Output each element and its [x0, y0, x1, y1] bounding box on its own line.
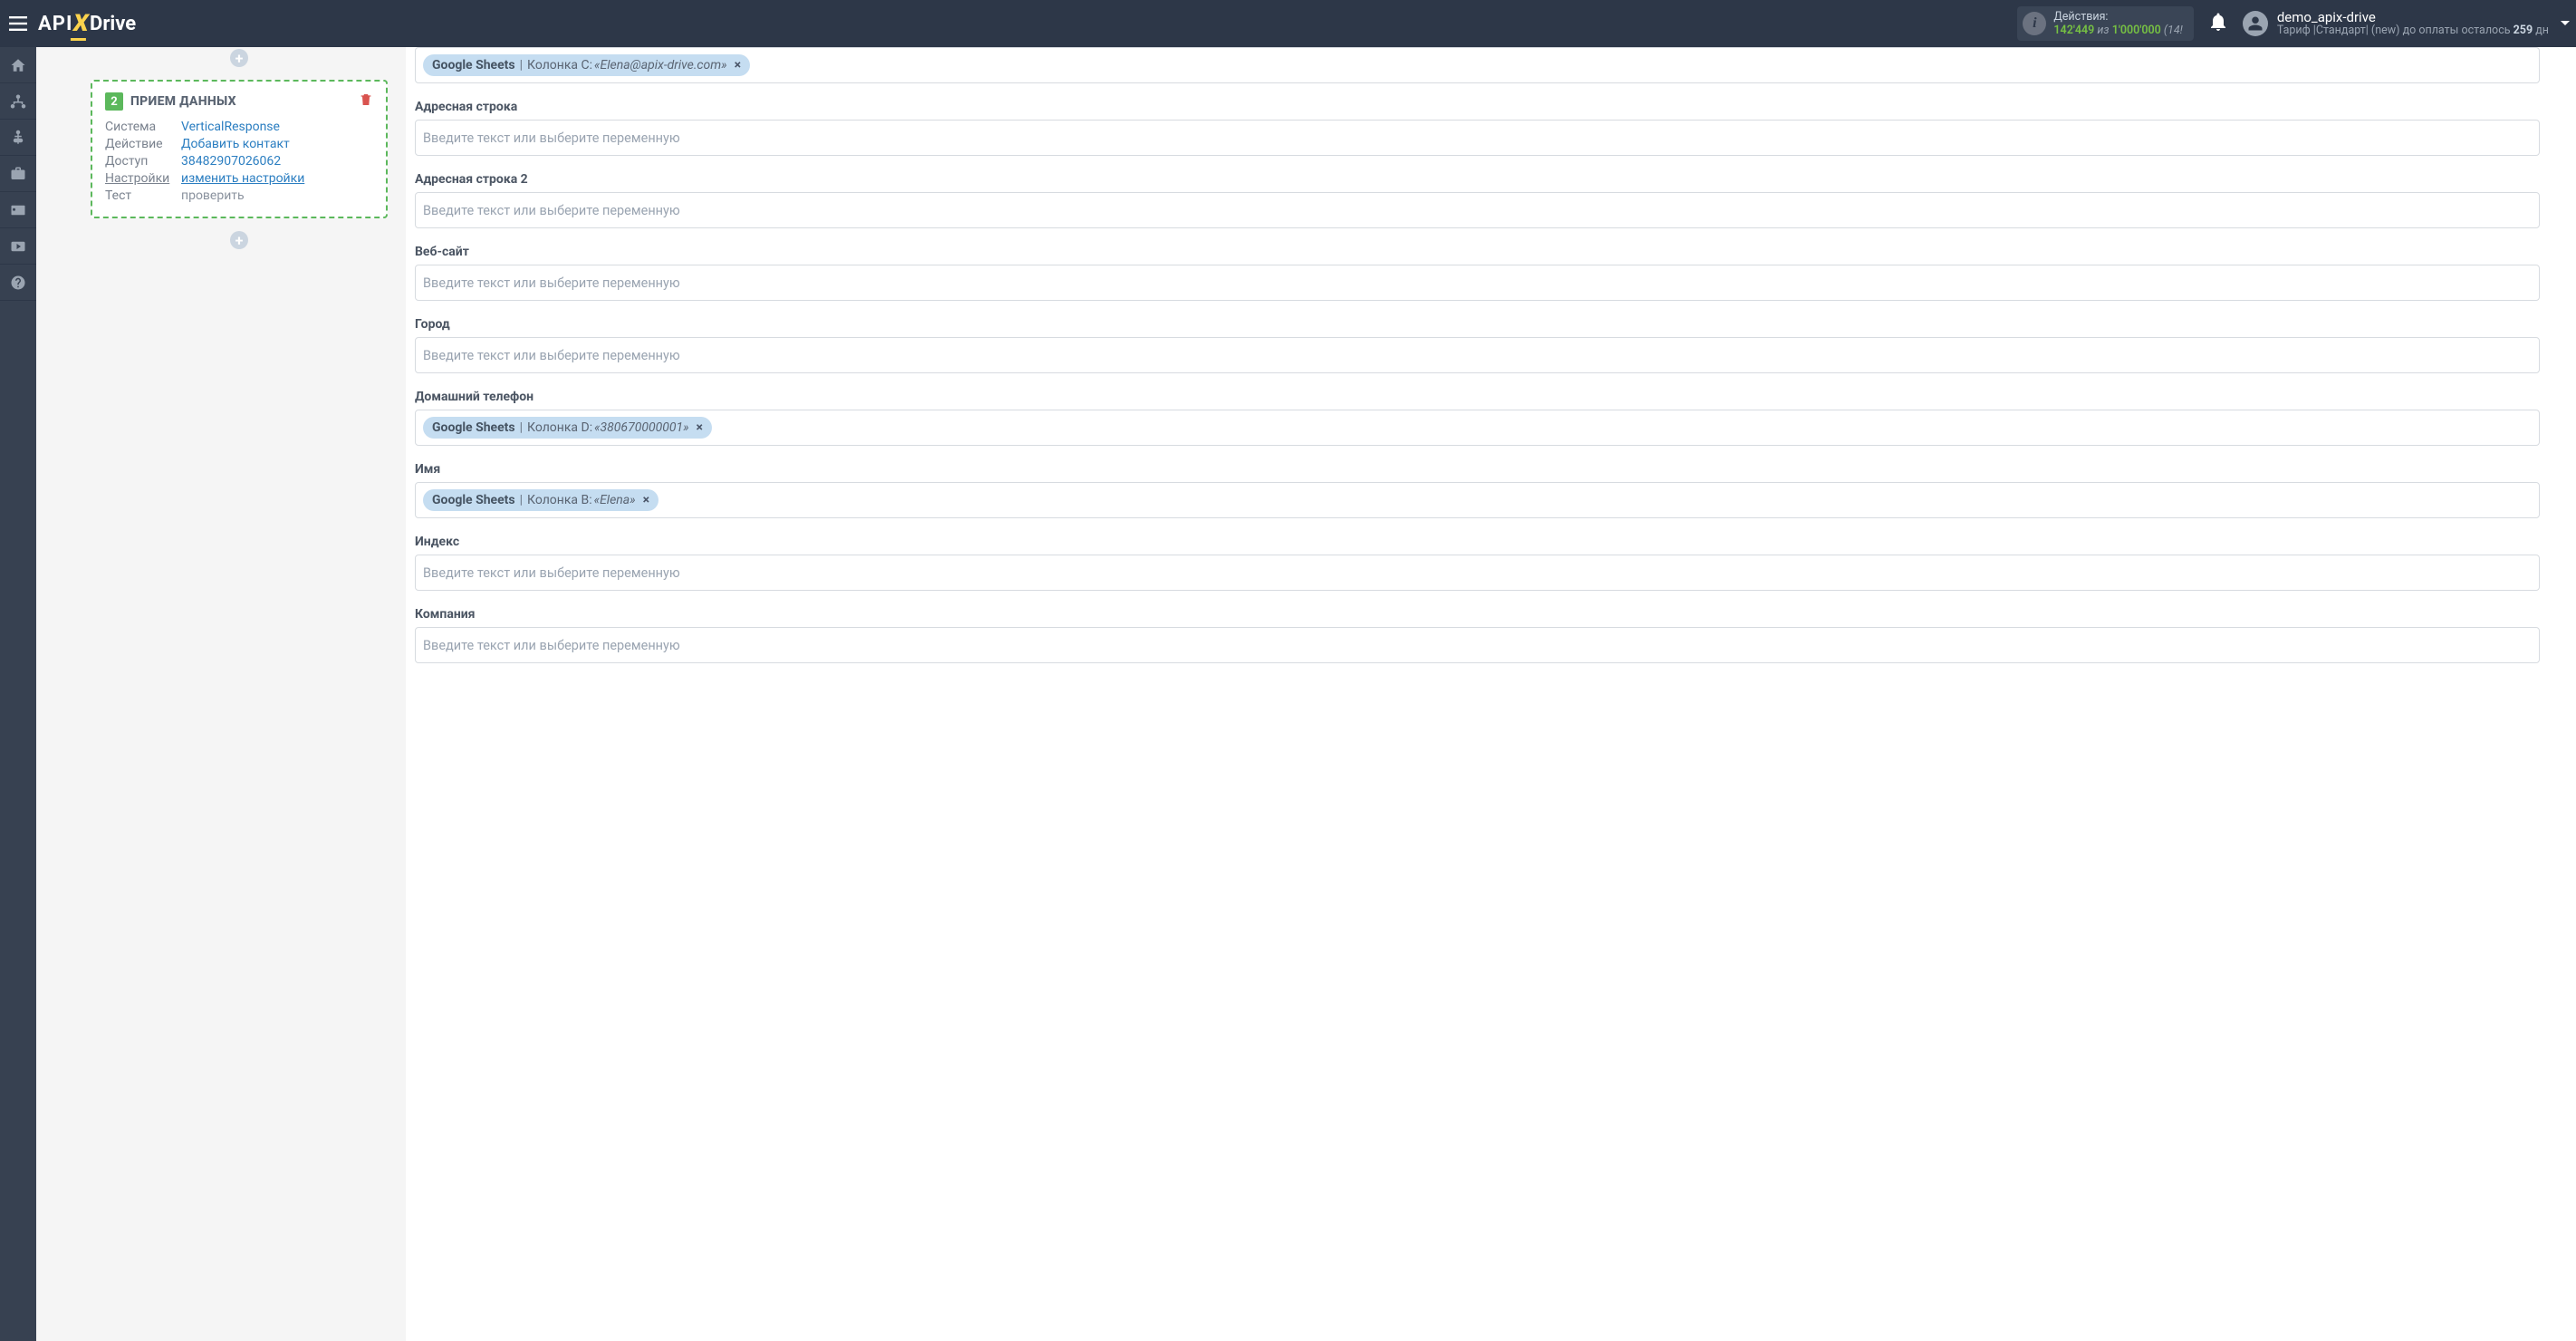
mapping-input[interactable]: Google Sheets|Колонка C: «Elena@apix-dri…	[415, 47, 2540, 83]
row-action-key: Действие	[105, 137, 181, 151]
logo-pre: API	[38, 13, 72, 35]
field-group: Google Sheets|Колонка C: «Elena@apix-dri…	[415, 47, 2540, 83]
field-label: Адресная строка 2	[415, 172, 2540, 187]
nav-briefcase[interactable]	[0, 156, 36, 192]
field-label: Имя	[415, 462, 2540, 477]
field-group: ИмяGoogle Sheets|Колонка B: «Elena»×	[415, 462, 2540, 518]
placeholder-text: Введите текст или выберите переменную	[423, 638, 680, 653]
chevron-down-icon[interactable]	[2560, 15, 2571, 33]
row-access-value[interactable]: 38482907026062	[181, 154, 281, 169]
mapping-input[interactable]: Введите текст или выберите переменную	[415, 192, 2540, 228]
menu-toggle-button[interactable]	[0, 16, 36, 31]
row-settings-link[interactable]: изменить настройки	[181, 171, 304, 186]
field-group: Домашний телефонGoogle Sheets|Колонка D:…	[415, 390, 2540, 446]
logo[interactable]: API X Drive	[38, 10, 136, 37]
placeholder-text: Введите текст или выберите переменную	[423, 130, 680, 146]
tag-remove-icon[interactable]: ×	[735, 58, 741, 72]
top-bar: API X Drive i Действия: 142'449 из 1'000…	[0, 0, 2576, 47]
notifications-button[interactable]	[2210, 13, 2226, 34]
user-tariff: Тариф |Стандарт| (new) до оплаты осталос…	[2277, 24, 2549, 37]
tag-source: Google Sheets	[432, 58, 515, 72]
actions-limit: 1'000'000	[2112, 24, 2161, 37]
add-step-above-button[interactable]: +	[230, 49, 248, 67]
info-icon: i	[2023, 12, 2046, 35]
nav-help[interactable]	[0, 265, 36, 301]
field-group: Адресная строка Введите текст или выберит…	[415, 100, 2540, 156]
row-system-value[interactable]: VerticalResponse	[181, 120, 280, 134]
mapping-input[interactable]: Введите текст или выберите переменную	[415, 555, 2540, 591]
row-access-key: Доступ	[105, 154, 181, 169]
row-test-value[interactable]: проверить	[181, 188, 245, 203]
user-name: demo_apix-drive	[2277, 10, 2549, 25]
row-action-value[interactable]: Добавить контакт	[181, 137, 290, 151]
user-menu[interactable]: demo_apix-drive Тариф |Стандарт| (new) д…	[2243, 10, 2549, 37]
actions-used: 142'449	[2053, 24, 2094, 37]
field-label: Адресная строка	[415, 100, 2540, 114]
avatar-icon	[2243, 11, 2268, 36]
delete-step-button[interactable]	[359, 92, 373, 111]
row-settings-key: Настройки	[105, 171, 181, 186]
tag-value: «380670000001»	[594, 420, 688, 435]
tag-column: Колонка C:	[527, 58, 592, 72]
actions-counter[interactable]: i Действия: 142'449 из 1'000'000 (14!	[2017, 6, 2193, 41]
field-label: Веб-сайт	[415, 245, 2540, 259]
tag-column: Колонка D:	[527, 420, 592, 435]
mapping-input[interactable]: Введите текст или выберите переменную	[415, 337, 2540, 373]
actions-of: из	[2097, 24, 2109, 37]
placeholder-text: Введите текст или выберите переменную	[423, 275, 680, 291]
mapping-input[interactable]: Введите текст или выберите переменную	[415, 265, 2540, 301]
field-label: Город	[415, 317, 2540, 332]
variable-tag[interactable]: Google Sheets|Колонка B: «Elena»×	[423, 489, 658, 511]
row-system-key: Система	[105, 120, 181, 134]
nav-connections[interactable]	[0, 83, 36, 120]
tag-remove-icon[interactable]: ×	[643, 493, 649, 507]
actions-paren: (14!	[2164, 24, 2183, 37]
logo-post: Drive	[90, 13, 136, 35]
field-group: Адресная строка 2 Введите текст или выбер…	[415, 172, 2540, 228]
variable-tag[interactable]: Google Sheets|Колонка C: «Elena@apix-dri…	[423, 54, 750, 76]
tag-remove-icon[interactable]: ×	[697, 420, 703, 435]
step-number-badge: 2	[105, 92, 123, 111]
tag-source: Google Sheets	[432, 420, 515, 435]
step-title: ПРИЕМ ДАННЫХ	[130, 94, 236, 109]
variable-tag[interactable]: Google Sheets|Колонка D: «380670000001»×	[423, 417, 712, 439]
field-group: Индекс Введите текст или выберите перемен…	[415, 535, 2540, 591]
nav-home[interactable]	[0, 47, 36, 83]
field-group: Город Введите текст или выберите переменн…	[415, 317, 2540, 373]
tag-value: «Elena@apix-drive.com»	[594, 58, 727, 72]
mapping-input[interactable]: Google Sheets|Колонка D: «380670000001»×	[415, 410, 2540, 446]
tag-value: «Elena»	[594, 493, 636, 507]
tag-source: Google Sheets	[432, 493, 515, 507]
field-label: Компания	[415, 607, 2540, 622]
add-step-below-button[interactable]: +	[230, 231, 248, 249]
placeholder-text: Введите текст или выберите переменную	[423, 565, 680, 581]
nav-card[interactable]	[0, 192, 36, 228]
actions-label: Действия:	[2053, 10, 2182, 24]
row-test-key: Тест	[105, 188, 181, 203]
placeholder-text: Введите текст или выберите переменную	[423, 203, 680, 218]
mapping-input[interactable]: Google Sheets|Колонка B: «Elena»×	[415, 482, 2540, 518]
field-group: Веб-сайт Введите текст или выберите перем…	[415, 245, 2540, 301]
side-nav	[0, 47, 36, 1341]
logo-x: X	[72, 10, 91, 37]
nav-billing[interactable]	[0, 120, 36, 156]
mapping-input[interactable]: Введите текст или выберите переменную	[415, 627, 2540, 663]
field-group: Компания Введите текст или выберите перем…	[415, 607, 2540, 663]
placeholder-text: Введите текст или выберите переменную	[423, 348, 680, 363]
tag-column: Колонка B:	[527, 493, 592, 507]
field-label: Домашний телефон	[415, 390, 2540, 404]
field-label: Индекс	[415, 535, 2540, 549]
mapping-input[interactable]: Введите текст или выберите переменную	[415, 120, 2540, 156]
mapping-form: Google Sheets|Колонка C: «Elena@apix-dri…	[406, 47, 2576, 1341]
step-card-receiver: 2 ПРИЕМ ДАННЫХ СистемаVerticalResponse Д…	[91, 80, 388, 218]
nav-video[interactable]	[0, 228, 36, 265]
